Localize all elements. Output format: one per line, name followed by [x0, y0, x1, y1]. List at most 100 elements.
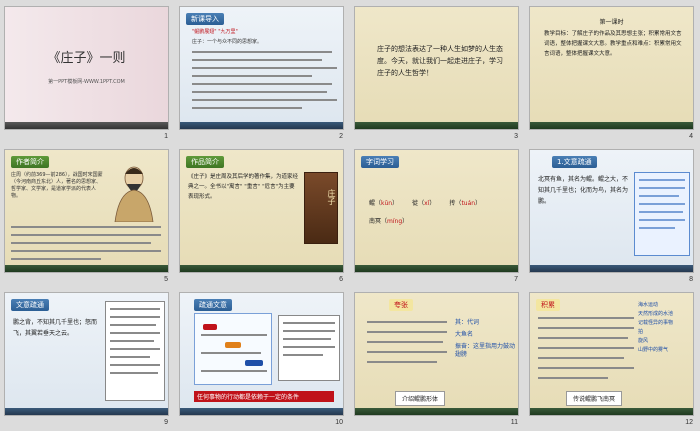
text-placeholder	[283, 346, 335, 348]
slide-thumbnail-4[interactable]: 第一课时 教学目标：了解庄子的作品及其思想主张；积累常用文言词语，整体把握课文大…	[529, 6, 694, 140]
slide-footer-bar	[180, 122, 343, 129]
text-placeholder	[283, 330, 335, 332]
annotation-box	[105, 301, 165, 401]
slide-tag: 1.文意疏通	[552, 156, 597, 168]
text-placeholder	[639, 195, 679, 197]
slide-tag: 新课导入	[186, 13, 224, 25]
keyword-pill	[245, 360, 263, 366]
slide-footer-bar	[530, 265, 693, 272]
text-placeholder	[110, 364, 160, 366]
text-placeholder	[367, 351, 447, 353]
slide-number: 11	[510, 419, 518, 426]
text-placeholder	[192, 59, 322, 61]
text-placeholder	[201, 352, 261, 354]
text-placeholder	[192, 83, 332, 85]
slide-thumbnail-9[interactable]: 文意疏通 鹏之背，不知其几千里也；怒而飞，其翼若垂天之云。 9	[4, 292, 169, 426]
text-placeholder	[639, 219, 685, 221]
book-title: 庄子	[327, 189, 336, 205]
slide-thumbnail-7[interactable]: 字词学习 鲲（kūn） 徙（xǐ） 抟（tuán） 南冥（míng） 7	[354, 149, 519, 283]
text-placeholder	[11, 242, 151, 244]
text-placeholder	[192, 107, 302, 109]
slide-thumbnail-1[interactable]: 《庄子》一则 第一PPT模板网-WWW.1PPT.COM 1	[4, 6, 169, 140]
slide-body-text: 鹏之背，不知其几千里也；怒而飞，其翼若垂天之云。	[13, 319, 98, 337]
slide-tag: 夸张	[389, 299, 413, 311]
slide-footer-text: 任何事物的行动都是依赖于一定的条件	[194, 391, 334, 402]
text-placeholder	[639, 211, 683, 213]
slide-thumbnail-10[interactable]: 疏通文意 任何事物的行动都是依赖于一定的条件 10	[179, 292, 344, 426]
note: 其：代词	[455, 319, 480, 326]
text-placeholder	[110, 332, 160, 334]
slide-heading: 第一课时	[599, 19, 624, 26]
text-placeholder	[639, 179, 685, 181]
slide-number: 4	[689, 133, 693, 140]
text-placeholder	[110, 348, 160, 350]
text-placeholder	[538, 317, 634, 319]
text-placeholder	[11, 250, 161, 252]
slide-thumbnail-12[interactable]: 积累 海水运动 天然形成的水池 记载怪异的事物 拍 旋风 山野中的雾气 传说鲲鹏…	[529, 292, 694, 426]
text-placeholder	[192, 91, 327, 93]
term-item: 海水运动	[638, 302, 659, 308]
slide-number: 7	[514, 276, 518, 283]
slide-body-text: 北冥有鱼，其名为鲲。鲲之大，不知其几千里也；化而为鸟，其名为鹏。	[538, 176, 629, 205]
slide-tag: 文意疏通	[11, 299, 49, 311]
annotation-box	[194, 313, 272, 385]
vocab-item: 鲲（kūn）	[369, 200, 399, 207]
slide-footer-bar	[355, 408, 518, 415]
slide-footer-label: 介绍鲲鹏形体	[395, 391, 446, 406]
text-placeholder	[110, 308, 160, 310]
text-placeholder	[201, 370, 267, 372]
slide-tag: 疏通文意	[194, 299, 232, 311]
slide-footer-bar	[180, 265, 343, 272]
slide-number: 9	[164, 419, 168, 426]
text-placeholder	[110, 324, 156, 326]
vocab-row: 鲲（kūn） 徙（xǐ） 抟（tuán）	[369, 198, 514, 207]
slide-tag: 字词学习	[361, 156, 399, 168]
text-placeholder	[538, 357, 624, 359]
slide-footer-bar	[5, 265, 168, 272]
vocab-item: 徙（xǐ）	[412, 200, 436, 207]
term-list: 海水运动 天然形成的水池 记载怪异的事物 拍 旋风 山野中的雾气	[638, 301, 692, 355]
slide-thumbnail-2[interactable]: 新课导入 "鲲鹏展翅" "九万里" 庄子：一个与众不同的思想家。 2	[179, 6, 344, 140]
slide-thumbnail-3[interactable]: 庄子的想法表达了一种人生如梦的人生态度。今天，就让我们一起走进庄子，学习庄子的人…	[354, 6, 519, 140]
text-placeholder	[110, 340, 154, 342]
term-item: 拍	[638, 329, 644, 335]
slide-number: 6	[339, 276, 343, 283]
slide-thumbnail-6[interactable]: 作品简介 《庄子》是庄周及其后学的著作集，为道家经典之一。全书以"寓言" "重言…	[179, 149, 344, 283]
slide-number: 8	[689, 276, 693, 283]
term-item: 旋风	[638, 338, 649, 344]
slide-subtitle: 第一PPT模板网-WWW.1PPT.COM	[48, 79, 125, 85]
term-item: 记载怪异的事物	[638, 320, 674, 326]
text-placeholder	[367, 341, 443, 343]
slide-body-text: 《庄子》是庄周及其后学的著作集，为道家经典之一。全书以"寓言" "重言" "卮言…	[188, 174, 299, 200]
text-placeholder	[639, 187, 685, 189]
slide-footer-bar	[5, 122, 168, 129]
text-placeholder	[11, 258, 101, 260]
slide-line: "鲲鹏展翅" "九万里"	[192, 29, 238, 35]
annotation-box	[634, 172, 690, 256]
slide-thumbnail-5[interactable]: 作者简介 庄周（约前369—前286），战国时宋国蒙（今河南商丘东北）人，著名的…	[4, 149, 169, 283]
slide-number: 10	[335, 419, 343, 426]
slide-thumbnail-8[interactable]: 1.文意疏通 北冥有鱼，其名为鲲。鲲之大，不知其几千里也；化而为鸟，其名为鹏。 …	[529, 149, 694, 283]
term-item: 天然形成的水池	[638, 311, 674, 317]
slide-number: 5	[164, 276, 168, 283]
note: 大鱼名	[455, 331, 474, 338]
portrait-illustration	[105, 160, 163, 223]
slide-tag: 积累	[536, 299, 560, 311]
slide-footer-bar	[530, 122, 693, 129]
book-cover-image: 庄子	[304, 172, 338, 244]
slide-thumbnail-11[interactable]: 夸张 其：代词 大鱼名 振奋：这里指用力鼓动翅膀 介绍鲲鹏形体 11	[354, 292, 519, 426]
text-placeholder	[538, 367, 634, 369]
slide-number: 1	[164, 133, 168, 140]
slide-footer-label: 传说鲲鹏飞南冥	[566, 391, 623, 406]
slide-body-text: 教学目标：了解庄子的作品及其思想主张；积累常用文言词语，整体把握课文大意。教学重…	[544, 31, 682, 57]
text-placeholder	[192, 67, 337, 69]
slide-tag: 作者简介	[11, 156, 49, 168]
slide-tag: 作品简介	[186, 156, 224, 168]
text-placeholder	[201, 334, 267, 336]
slide-number: 3	[514, 133, 518, 140]
slide-grid: 《庄子》一则 第一PPT模板网-WWW.1PPT.COM 1 新课导入 "鲲鹏展…	[4, 6, 696, 426]
keyword-pill	[203, 324, 217, 330]
slide-number: 2	[339, 133, 343, 140]
slide-number: 12	[685, 419, 693, 426]
text-placeholder	[367, 361, 437, 363]
